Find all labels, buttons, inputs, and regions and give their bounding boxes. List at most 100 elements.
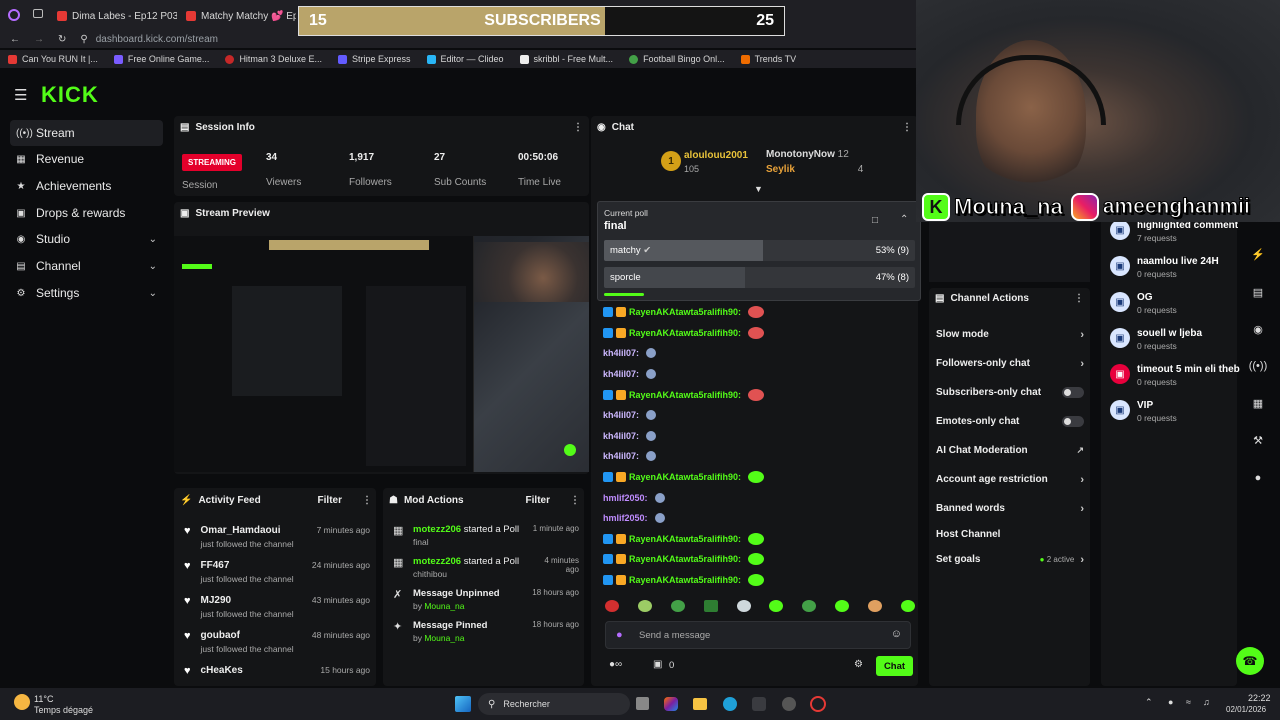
microphone-icon[interactable]: ● bbox=[1168, 697, 1173, 707]
bookmark[interactable]: Free Online Game... bbox=[113, 54, 209, 64]
chat-username[interactable]: RayenAKAtawta5ralifih90: bbox=[629, 390, 741, 400]
sidebar-item-revenue[interactable]: ▦ Revenue bbox=[10, 146, 163, 172]
volume-icon[interactable]: ♫ bbox=[1203, 697, 1210, 707]
chat-username[interactable]: hmlif2050: bbox=[603, 493, 648, 503]
taskbar-search[interactable]: ⚲ Rechercher bbox=[478, 693, 630, 715]
follower-name[interactable]: Omar_Hamdaoui bbox=[201, 525, 294, 536]
forward-icon[interactable]: → bbox=[34, 34, 44, 45]
moderator-name[interactable]: motezz206 bbox=[413, 524, 461, 535]
emote-icon[interactable] bbox=[835, 600, 850, 612]
chat-username[interactable]: RayenAKAtawta5ralifih90: bbox=[629, 534, 741, 544]
bookmark[interactable]: skribbl - Free Mult... bbox=[519, 54, 613, 64]
emote-icon[interactable] bbox=[736, 600, 751, 612]
site-info-icon[interactable]: ⚲ bbox=[80, 34, 87, 45]
host-channel-row[interactable]: Host Channel bbox=[936, 523, 1084, 545]
redemption-item[interactable]: ▣ timeout 5 min eli theb 0 requests bbox=[1110, 364, 1240, 400]
support-headset-icon[interactable]: ☎ bbox=[1236, 647, 1264, 675]
sidebar-item-channel[interactable]: ▤ Channel ⌄ bbox=[10, 253, 163, 279]
more-icon[interactable]: ⋮ bbox=[570, 495, 580, 506]
follower-name[interactable]: cHeaKes bbox=[201, 665, 243, 676]
sidebar-item-studio[interactable]: ◉ Studio ⌄ bbox=[10, 226, 163, 252]
broadcast-icon[interactable]: ((•)) bbox=[1246, 354, 1270, 378]
back-icon[interactable]: ← bbox=[10, 34, 20, 45]
redemption-item[interactable]: ▣ naamlou live 24H 0 requests bbox=[1110, 256, 1235, 292]
chat-username[interactable]: kh4lil07: bbox=[603, 451, 639, 461]
task-view-icon[interactable] bbox=[636, 697, 649, 710]
file-explorer-icon[interactable] bbox=[693, 698, 707, 710]
kick-logo[interactable]: KICK bbox=[41, 82, 99, 108]
gift-icon[interactable]: ▣ bbox=[653, 659, 662, 670]
chevron-up-icon[interactable]: ⌃ bbox=[900, 214, 908, 225]
send-chat-button[interactable]: Chat bbox=[876, 656, 913, 676]
stream-preview-video[interactable] bbox=[174, 236, 589, 472]
chat-username[interactable]: hmlif2050: bbox=[603, 513, 648, 523]
clock-time[interactable]: 22:22 bbox=[1248, 693, 1271, 703]
chat-username[interactable]: RayenAKAtawta5ralifih90: bbox=[629, 554, 741, 564]
tab-list-icon[interactable] bbox=[33, 9, 43, 18]
bookmark[interactable]: Stripe Express bbox=[337, 54, 411, 64]
message-input[interactable]: Send a message bbox=[639, 630, 710, 641]
bookmark[interactable]: Football Bingo Onl... bbox=[629, 54, 725, 64]
more-icon[interactable]: ⋮ bbox=[1074, 293, 1084, 304]
redemption-item[interactable]: ▣ souell w ljeba 0 requests bbox=[1110, 328, 1235, 364]
more-icon[interactable]: ⋮ bbox=[902, 122, 912, 133]
emote-icon[interactable] bbox=[868, 600, 882, 612]
bookmark[interactable]: Can You RUN It |... bbox=[8, 54, 98, 64]
follower-name[interactable]: FF467 bbox=[201, 560, 294, 571]
layout-icon[interactable]: ▦ bbox=[1246, 391, 1270, 415]
store-icon[interactable] bbox=[752, 697, 766, 711]
bookmark[interactable]: Editor — Clideo bbox=[426, 54, 504, 64]
chat-username[interactable]: kh4lil07: bbox=[603, 348, 639, 358]
more-icon[interactable]: ⋮ bbox=[362, 495, 372, 506]
browser-tab-1[interactable]: Dima Labes - Ep12 P03 | bbox=[57, 6, 177, 26]
microphone-icon[interactable]: ● bbox=[616, 629, 623, 641]
chat-username[interactable]: RayenAKAtawta5ralifih90: bbox=[629, 328, 741, 338]
chat-icon[interactable]: ◉ bbox=[1246, 317, 1270, 341]
redemption-item[interactable]: ▣ VIP 0 requests bbox=[1110, 400, 1235, 436]
poll-option[interactable]: sporcle 47% (8) bbox=[604, 267, 915, 288]
emotes-only-toggle[interactable] bbox=[1062, 416, 1084, 427]
top-gifter-name[interactable]: aloulouu2001 bbox=[684, 150, 748, 161]
followers-only-row[interactable]: Followers-only chat › bbox=[936, 349, 1084, 378]
emote-icon[interactable] bbox=[769, 600, 784, 612]
slow-mode-row[interactable]: Slow mode › bbox=[936, 320, 1084, 349]
clock-date[interactable]: 02/01/2026 bbox=[1226, 705, 1266, 714]
redemption-item[interactable]: ▣ highlighted comment 7 requests bbox=[1110, 220, 1238, 256]
edge-icon[interactable] bbox=[723, 697, 737, 711]
account-age-row[interactable]: Account age restriction › bbox=[936, 465, 1084, 494]
wifi-icon[interactable]: ≈ bbox=[1186, 697, 1191, 707]
sidebar-item-achievements[interactable]: ★ Achievements bbox=[10, 173, 163, 199]
moderator-name[interactable]: Mouna_na bbox=[424, 601, 464, 611]
chat-username[interactable]: RayenAKAtawta5ralifih90: bbox=[629, 575, 741, 585]
redemption-item[interactable]: ▣ OG 0 requests bbox=[1110, 292, 1235, 328]
tray-chevron-icon[interactable]: ⌃ bbox=[1145, 697, 1153, 708]
emoji-picker-icon[interactable]: ☺ bbox=[891, 628, 902, 640]
bookmark[interactable]: Hitman 3 Deluxe E... bbox=[225, 54, 322, 64]
bookmark[interactable]: Trends TV bbox=[740, 54, 796, 64]
chat-username[interactable]: kh4lil07: bbox=[603, 410, 639, 420]
emote-icon[interactable] bbox=[802, 600, 817, 612]
expand-leaderboard-icon[interactable]: ▼ bbox=[754, 184, 763, 194]
note-icon[interactable]: ▤ bbox=[1246, 280, 1270, 304]
emote-icon[interactable] bbox=[900, 600, 915, 612]
moderator-name[interactable]: Mouna_na bbox=[424, 633, 464, 643]
reload-icon[interactable]: ↻ bbox=[58, 34, 66, 45]
emote-icon[interactable] bbox=[605, 600, 619, 612]
emote-icon[interactable] bbox=[670, 600, 685, 612]
banned-words-row[interactable]: Banned words › bbox=[936, 494, 1084, 523]
lightning-icon[interactable]: ⚡ bbox=[1246, 242, 1270, 266]
chat-username[interactable]: kh4lil07: bbox=[603, 431, 639, 441]
menu-icon[interactable]: ☰ bbox=[14, 86, 27, 104]
sidebar-item-stream[interactable]: ((•)) Stream bbox=[10, 120, 163, 146]
follower-name[interactable]: goubaof bbox=[201, 630, 294, 641]
sidebar-item-settings[interactable]: ⚙ Settings ⌄ bbox=[10, 280, 163, 306]
trash-icon[interactable]: □ bbox=[872, 215, 878, 226]
emote-icon[interactable] bbox=[703, 600, 718, 612]
copilot-icon[interactable] bbox=[664, 697, 678, 711]
url-field[interactable]: dashboard.kick.com/stream bbox=[96, 34, 218, 45]
chat-username[interactable]: RayenAKAtawta5ralifih90: bbox=[629, 307, 741, 317]
more-icon[interactable]: ⋮ bbox=[573, 122, 583, 133]
weather-icon[interactable] bbox=[14, 694, 30, 710]
chat-settings-icon[interactable]: ⚙ bbox=[854, 659, 863, 670]
leader-name[interactable]: MonotonyNow bbox=[766, 149, 835, 160]
